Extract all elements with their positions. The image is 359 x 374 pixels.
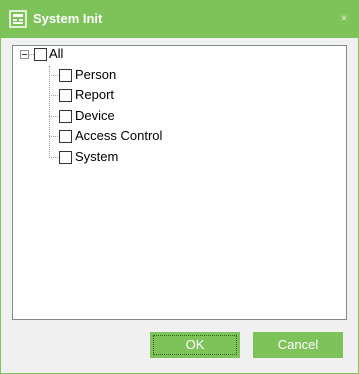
tree-connector-vertical xyxy=(49,66,50,158)
tree-node-label[interactable]: All xyxy=(49,46,63,62)
checkbox-device[interactable] xyxy=(59,110,72,123)
checkbox-person[interactable] xyxy=(59,69,72,82)
checkbox-access-control[interactable] xyxy=(59,130,72,143)
title-bar[interactable]: System Init × xyxy=(1,1,358,38)
tree-node-label[interactable]: Person xyxy=(75,67,116,83)
checkbox-system[interactable] xyxy=(59,151,72,164)
tree-connector-access-control xyxy=(49,136,58,137)
cancel-button[interactable]: Cancel xyxy=(253,332,343,358)
module-tree: All Person Report Device Access Control … xyxy=(12,45,347,320)
checkbox-all[interactable] xyxy=(34,48,47,61)
ok-button[interactable]: OK xyxy=(150,332,240,358)
tree-node-label[interactable]: Access Control xyxy=(75,128,162,144)
tree-connector-person xyxy=(49,75,58,76)
tree-connector-system xyxy=(49,157,58,158)
close-icon[interactable]: × xyxy=(338,12,350,24)
system-init-dialog: System Init × All Person Report Device A… xyxy=(0,0,359,374)
dialog-title: System Init xyxy=(33,11,103,26)
tree-node-label[interactable]: Report xyxy=(75,87,114,103)
system-init-icon xyxy=(9,10,27,28)
tree-connector-device xyxy=(49,116,58,117)
tree-node-label[interactable]: System xyxy=(75,149,118,165)
tree-node-label[interactable]: Device xyxy=(75,108,115,124)
tree-connector-report xyxy=(49,95,58,96)
collapse-minus-icon[interactable] xyxy=(20,50,29,59)
checkbox-report[interactable] xyxy=(59,89,72,102)
